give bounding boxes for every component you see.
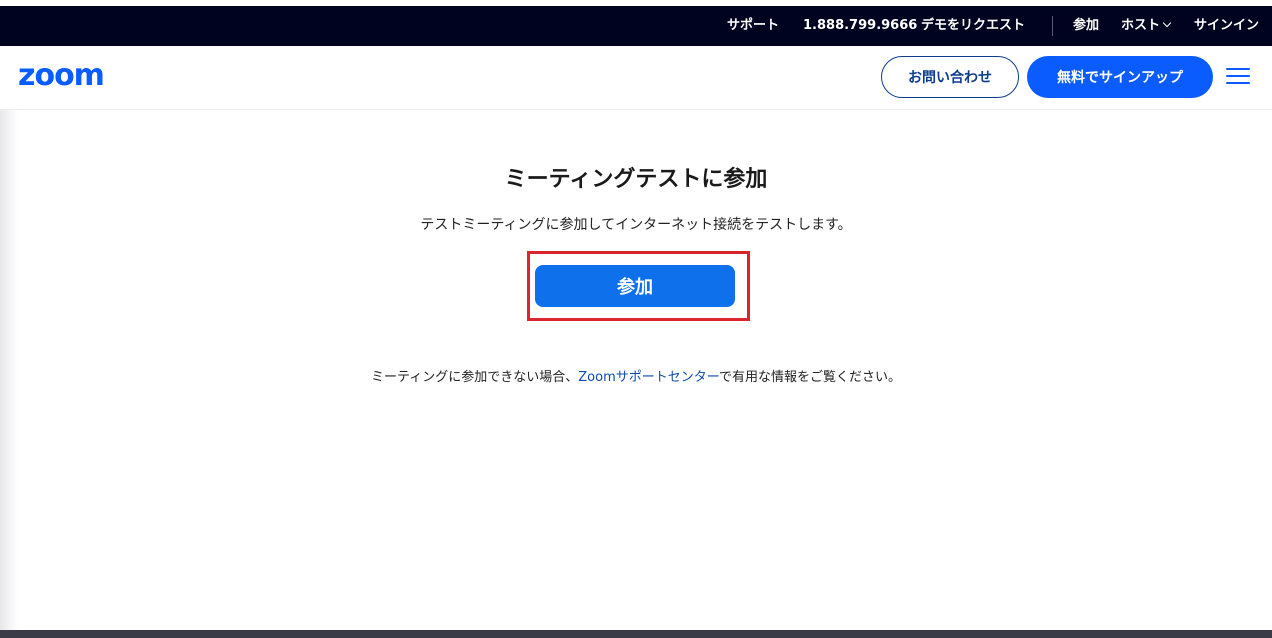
utility-divider xyxy=(1052,16,1053,36)
support-link[interactable]: サポート xyxy=(727,18,779,34)
support-center-link[interactable]: Zoomサポートセンター xyxy=(578,370,719,385)
page-subtitle: テストミーティングに参加してインターネット接続をテストします。 xyxy=(420,217,852,233)
bottom-bar xyxy=(0,630,1272,638)
help-text: ミーティングに参加できない場合、Zoomサポートセンターで有用な情報をご覧くださ… xyxy=(0,368,1272,388)
site-header: zoom お問い合わせ 無料でサインアップ xyxy=(0,46,1272,110)
join-link[interactable]: 参加 xyxy=(1073,18,1099,34)
request-demo-link[interactable]: デモをリクエスト xyxy=(921,18,1025,34)
sign-in-link[interactable]: サインイン xyxy=(1194,18,1259,34)
zoom-logo[interactable]: zoom xyxy=(18,57,105,95)
utility-bar: サポート 1.888.799.9666 デモをリクエスト 参加 ホスト サインイ… xyxy=(0,6,1272,46)
page-frame: サポート 1.888.799.9666 デモをリクエスト 参加 ホスト サインイ… xyxy=(0,0,1272,638)
chevron-down-icon xyxy=(1162,18,1172,28)
help-prefix: ミーティングに参加できない場合、 xyxy=(371,370,579,385)
phone-link[interactable]: 1.888.799.9666 xyxy=(803,18,917,34)
contact-button[interactable]: お問い合わせ xyxy=(881,56,1019,98)
host-label: ホスト xyxy=(1121,18,1161,33)
help-suffix: で有用な情報をご覧ください。 xyxy=(718,370,901,385)
hamburger-menu-icon[interactable] xyxy=(1226,68,1250,86)
page-title: ミーティングテストに参加 xyxy=(504,167,768,192)
join-button[interactable]: 参加 xyxy=(535,265,735,307)
signup-button[interactable]: 無料でサインアップ xyxy=(1027,56,1213,98)
host-menu[interactable]: ホスト xyxy=(1121,18,1172,34)
